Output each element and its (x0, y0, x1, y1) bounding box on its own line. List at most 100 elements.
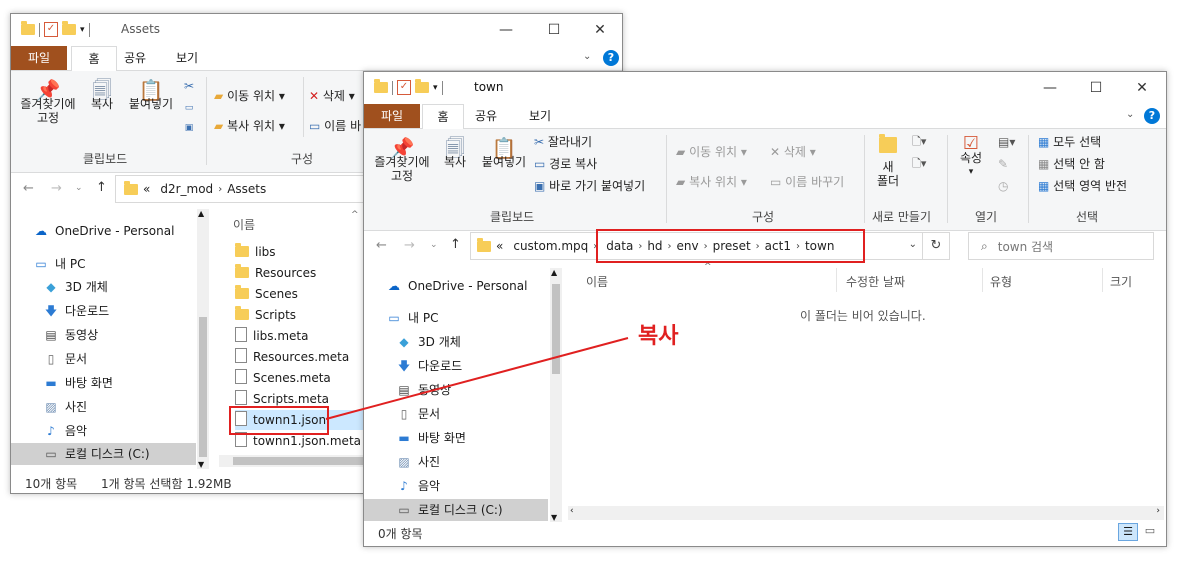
forward-arrow-icon[interactable]: → (404, 238, 415, 253)
close-button[interactable]: ✕ (1119, 72, 1165, 104)
close-button[interactable]: ✕ (577, 14, 622, 46)
quick-access-dropdown-icon[interactable]: ▾ (433, 83, 438, 93)
content-hscrollbar[interactable]: ‹ › (568, 506, 1164, 520)
back-arrow-icon[interactable]: ← (23, 181, 34, 196)
column-header-date-modified[interactable]: 수정한 날짜 (846, 273, 905, 290)
search-box[interactable]: ⌕ town 검색 (968, 232, 1154, 260)
nav-music[interactable]: ♪ 음악 (396, 475, 440, 497)
up-arrow-icon[interactable]: ↑ (96, 180, 107, 195)
copy-path-small-button[interactable]: ▭ (179, 101, 199, 115)
delete-button[interactable]: ✕ 삭제 ▾ (770, 145, 816, 159)
new-folder-quick-icon[interactable] (62, 21, 76, 35)
minimize-button[interactable]: — (483, 14, 529, 46)
new-item-button[interactable]: 🗋▾ (912, 135, 926, 149)
breadcrumb-assets[interactable]: Assets (227, 182, 266, 196)
list-item[interactable]: libs.meta (235, 326, 308, 346)
copy-path-button[interactable]: ▭ 경로 복사 (534, 157, 597, 171)
nav-3d-objects[interactable]: ◆ 3D 개체 (396, 331, 460, 353)
easy-access-button[interactable]: 🗋▾ (912, 157, 926, 171)
properties-quick-icon[interactable]: ✓ (397, 80, 411, 95)
ribbon-collapse-icon[interactable]: ⌄ (583, 51, 591, 62)
tab-share[interactable]: 공유 (117, 46, 153, 70)
nav-downloads[interactable]: 🡇 다운로드 (396, 355, 462, 377)
nav-scrollbar[interactable]: ▲ ▼ (550, 268, 562, 522)
move-to-button[interactable]: ▰ 이동 위치 ▾ (214, 89, 285, 103)
tab-home[interactable]: 홈 (71, 46, 117, 72)
column-header-name[interactable]: 이름 (233, 216, 255, 233)
open-button[interactable]: ▤▾ (998, 135, 1015, 149)
help-icon[interactable]: ? (1144, 108, 1160, 124)
list-item[interactable]: Scenes (235, 284, 298, 304)
refresh-icon[interactable]: ↻ (922, 233, 949, 259)
details-view-icon[interactable]: ☰ (1118, 523, 1138, 541)
nav-scrollbar[interactable]: ▲ ▼ (197, 209, 209, 469)
nav-pictures[interactable]: ▨ 사진 (396, 451, 440, 473)
new-folder-button[interactable]: 새 폴더 (872, 134, 904, 188)
properties-button[interactable]: ☑ 속성 ▾ (956, 135, 986, 179)
paste-button[interactable]: 📋 붙여넣기 (476, 138, 532, 169)
paste-shortcut-button[interactable]: ▣ 바로 가기 붙여넣기 (534, 179, 645, 193)
column-header-size[interactable]: 크기 (1110, 273, 1132, 290)
nav-videos[interactable]: ▤ 동영상 (396, 379, 451, 401)
nav-3d-objects[interactable]: ◆ 3D 개체 (43, 276, 107, 298)
recent-dropdown-icon[interactable]: ⌄ (75, 183, 83, 193)
pin-quick-access-button[interactable]: 📌 즐겨찾기에 고정 (370, 138, 434, 183)
column-header-type[interactable]: 유형 (990, 273, 1012, 290)
paste-shortcut-small-button[interactable]: ▣ (179, 121, 199, 135)
minimize-button[interactable]: — (1027, 72, 1073, 104)
help-icon[interactable]: ? (603, 50, 619, 66)
select-none-button[interactable]: ▦ 선택 안 함 (1038, 157, 1105, 171)
nav-local-disk-c[interactable]: ▭ 로컬 디스크 (C:) (364, 499, 548, 521)
up-arrow-icon[interactable]: ↑ (450, 237, 461, 252)
forward-arrow-icon[interactable]: → (51, 181, 62, 196)
cut-small-button[interactable]: ✂ (179, 79, 199, 93)
nav-onedrive[interactable]: ☁ OneDrive - Personal (386, 275, 527, 297)
delete-button[interactable]: ✕ 삭제 ▾ (309, 89, 355, 103)
tab-share[interactable]: 공유 (468, 104, 504, 128)
list-item[interactable]: Resources (235, 263, 316, 283)
tab-file[interactable]: 파일 (11, 46, 67, 70)
nav-local-disk-c[interactable]: ▭ 로컬 디스크 (C:) (11, 443, 196, 465)
rename-button[interactable]: ▭ 이름 바 (309, 119, 361, 133)
large-icons-view-icon[interactable]: ▭ (1141, 523, 1159, 539)
nav-this-pc[interactable]: ▭ 내 PC (33, 253, 85, 275)
recent-dropdown-icon[interactable]: ⌄ (430, 240, 438, 250)
pin-quick-access-button[interactable]: 📌 즐겨찾기에 고정 (17, 80, 79, 125)
copy-to-button[interactable]: ▰ 복사 위치 ▾ (214, 119, 285, 133)
tab-home[interactable]: 홈 (422, 104, 464, 130)
tab-view[interactable]: 보기 (167, 46, 207, 70)
nav-pictures[interactable]: ▨ 사진 (43, 396, 87, 418)
back-arrow-icon[interactable]: ← (376, 238, 387, 253)
list-item[interactable]: Resources.meta (235, 347, 349, 367)
copy-button[interactable]: 🗐 복사 (85, 80, 119, 111)
cut-button[interactable]: ✂ 잘라내기 (534, 135, 592, 149)
column-header-name[interactable]: 이름 (586, 273, 608, 290)
invert-selection-button[interactable]: ▦ 선택 영역 반전 (1038, 179, 1127, 193)
list-item[interactable]: Scripts (235, 305, 296, 325)
breadcrumb-d2r-mod[interactable]: d2r_mod (160, 182, 213, 196)
quick-access-dropdown-icon[interactable]: ▾ (80, 25, 85, 35)
list-item[interactable]: libs (235, 242, 276, 262)
paste-button[interactable]: 📋 붙여넣기 (123, 80, 179, 111)
list-item[interactable]: Scenes.meta (235, 368, 331, 388)
nav-desktop[interactable]: ▬ 바탕 화면 (396, 427, 466, 449)
rename-button[interactable]: ▭ 이름 바꾸기 (770, 175, 844, 189)
ribbon-collapse-icon[interactable]: ⌄ (1126, 109, 1134, 120)
maximize-button[interactable]: ☐ (531, 14, 577, 46)
nav-documents[interactable]: ▯ 문서 (396, 403, 440, 425)
nav-onedrive[interactable]: ☁ OneDrive - Personal (33, 220, 174, 242)
tab-file[interactable]: 파일 (364, 104, 420, 128)
history-button[interactable]: ◷ (998, 179, 1008, 193)
new-folder-quick-icon[interactable] (415, 79, 429, 93)
properties-quick-icon[interactable]: ✓ (44, 22, 58, 37)
tab-view[interactable]: 보기 (522, 104, 558, 128)
select-all-button[interactable]: ▦ 모두 선택 (1038, 135, 1101, 149)
copy-to-button[interactable]: ▰ 복사 위치 ▾ (676, 175, 747, 189)
move-to-button[interactable]: ▰ 이동 위치 ▾ (676, 145, 747, 159)
nav-music[interactable]: ♪ 음악 (43, 420, 87, 442)
copy-button[interactable]: 🗐 복사 (438, 138, 472, 169)
nav-videos[interactable]: ▤ 동영상 (43, 324, 98, 346)
maximize-button[interactable]: ☐ (1073, 72, 1119, 104)
nav-downloads[interactable]: 🡇 다운로드 (43, 300, 109, 322)
breadcrumb-custom-mpq[interactable]: custom.mpq (513, 239, 588, 253)
